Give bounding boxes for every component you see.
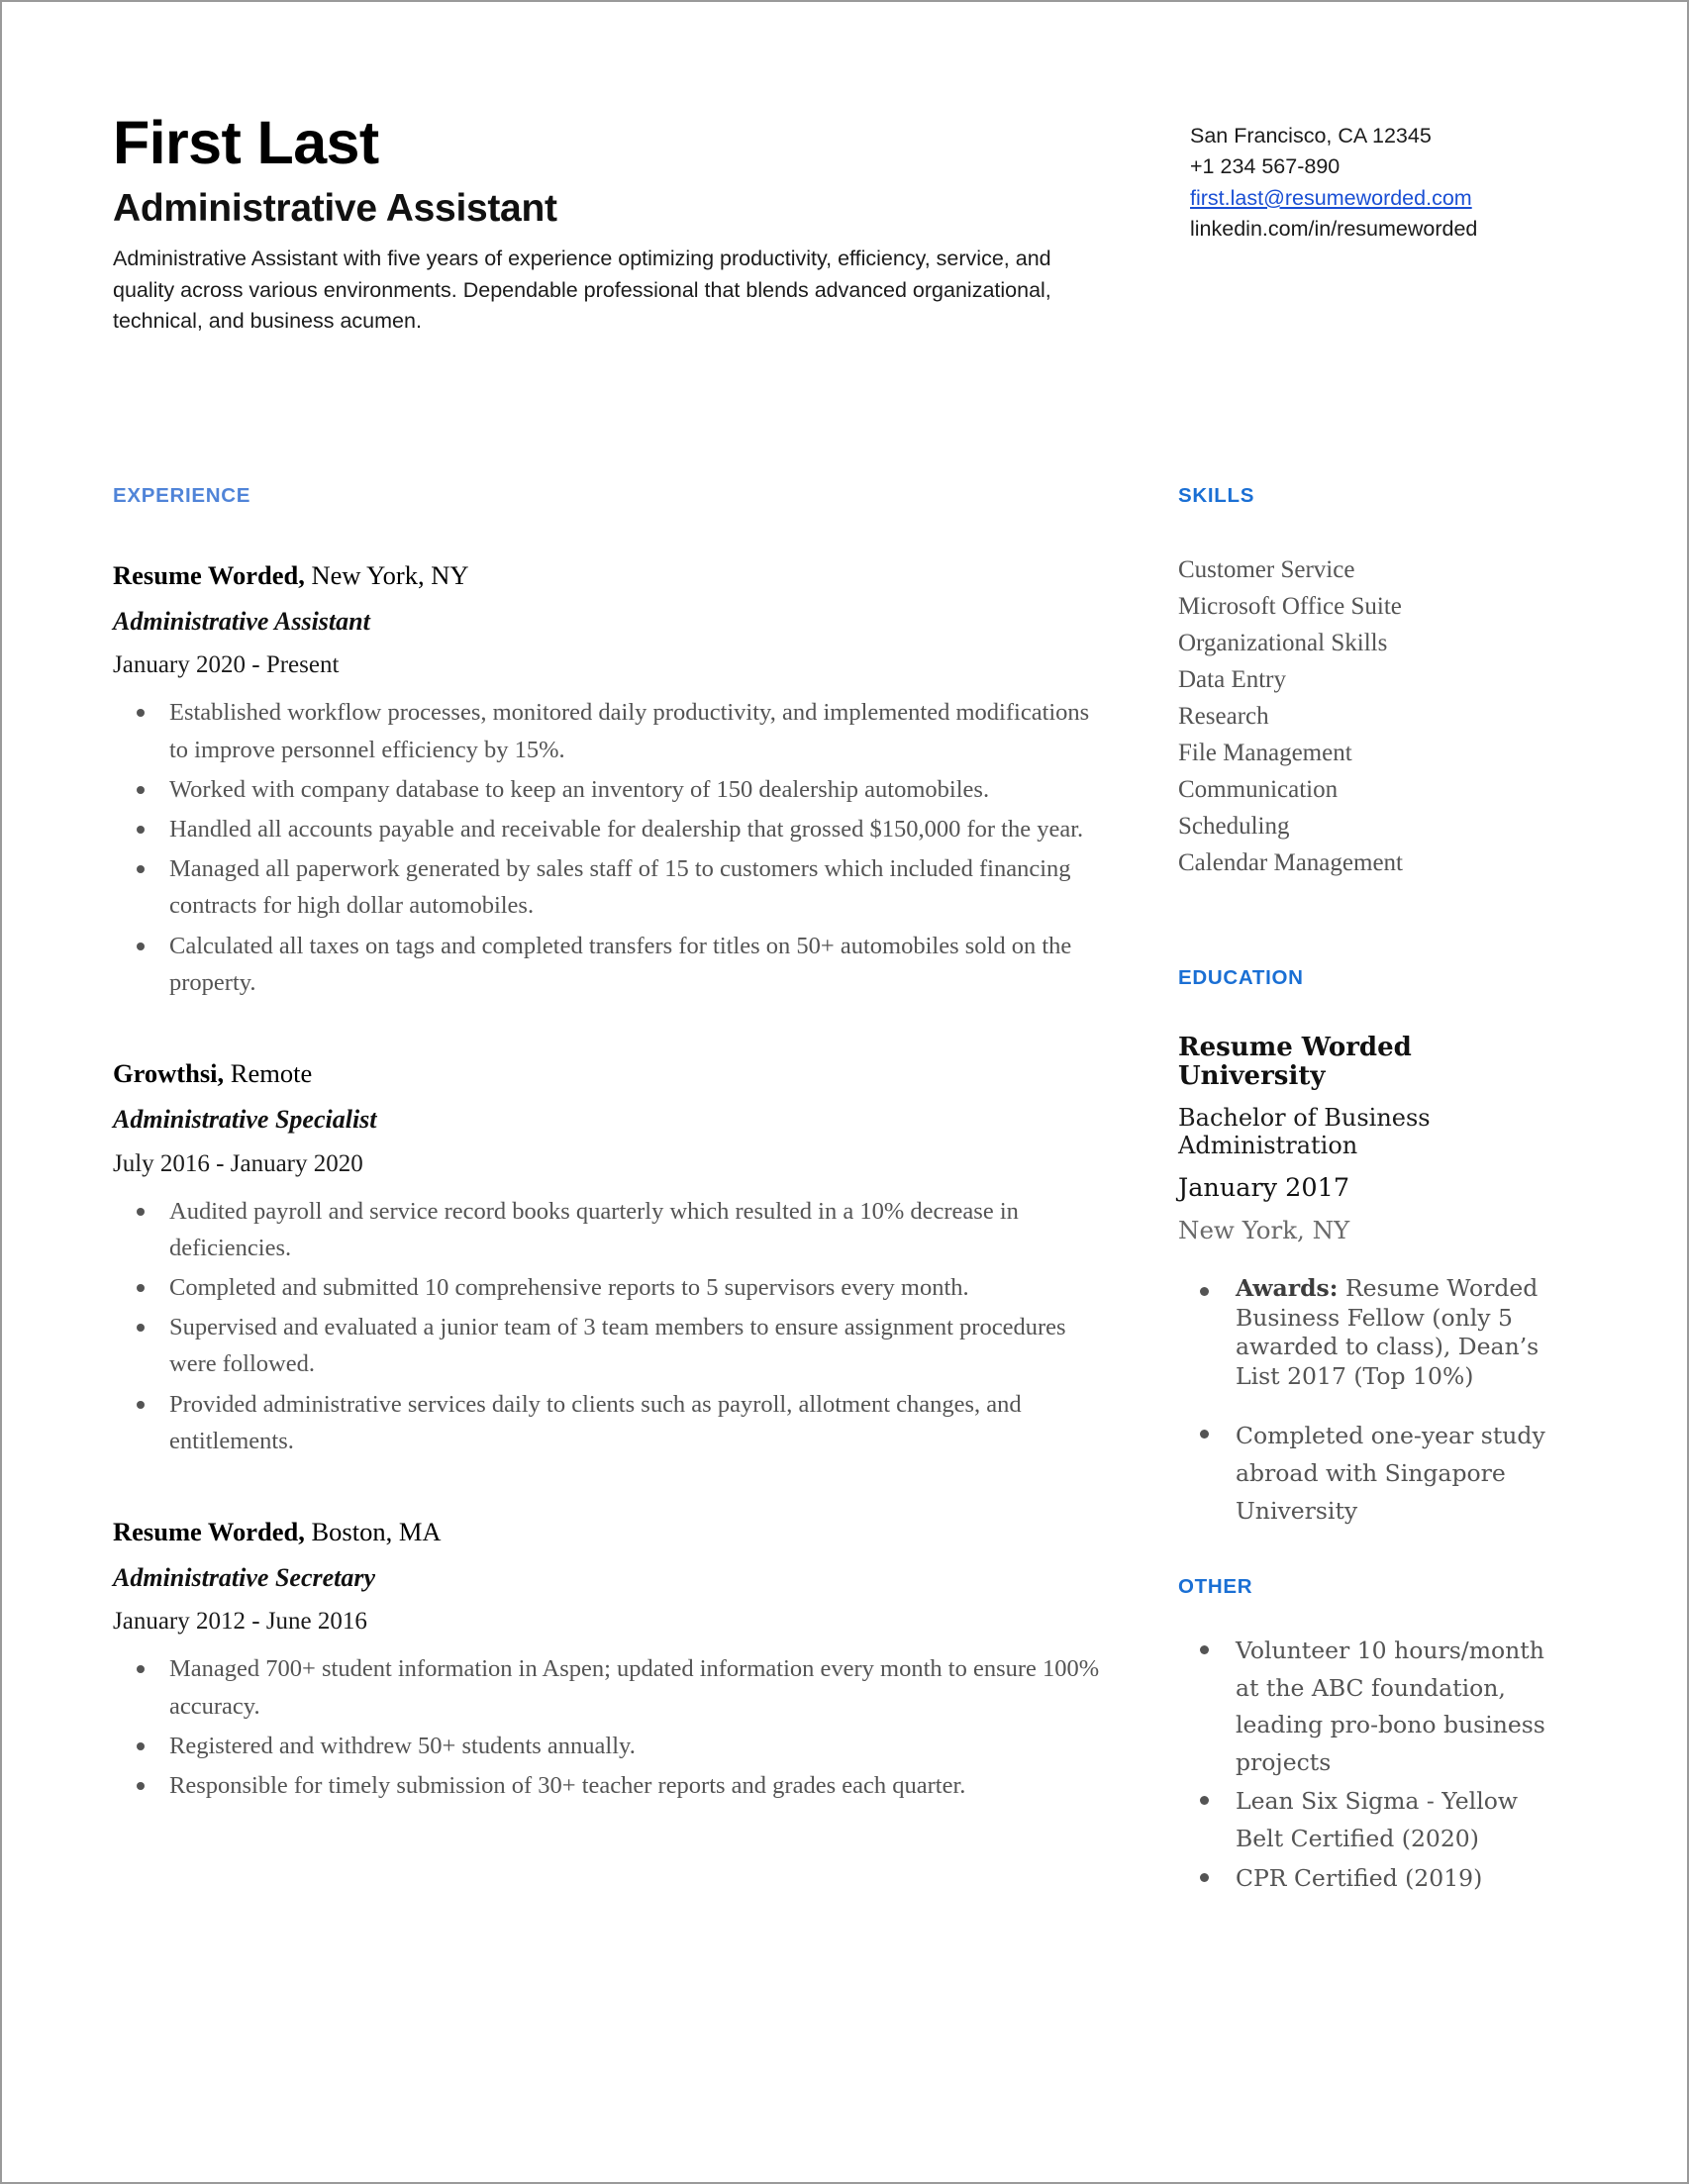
main-column: EXPERIENCE Resume Worded, New York, NY Ad…	[113, 484, 1103, 1807]
education-bullets: Awards: Resume Worded Business Fellow (o…	[1178, 1274, 1566, 1530]
experience-bullet: Responsible for timely submission of 30+…	[113, 1767, 1103, 1804]
experience-bullet: Established workflow processes, monitore…	[113, 694, 1103, 767]
experience-company-line: Growthsi, Remote	[113, 1057, 1103, 1090]
experience-role-title: Administrative Specialist	[113, 1105, 377, 1135]
skill-item: Scheduling	[1178, 813, 1290, 840]
other-item: Volunteer 10 hours/month at the ABC foun…	[1178, 1633, 1566, 1781]
contact-location: San Francisco, CA 12345	[1190, 124, 1432, 148]
other-item: Lean Six Sigma - Yellow Belt Certified (…	[1178, 1783, 1566, 1857]
experience-bullet-list: Managed 700+ student information in Aspe…	[113, 1650, 1103, 1804]
skills-list: Customer Service Microsoft Office Suite Or…	[1178, 551, 1566, 881]
experience-list: Resume Worded, New York, NY Administrativ…	[113, 559, 1103, 1804]
experience-role-title: Administrative Secretary	[113, 1563, 376, 1593]
sidebar-column: SKILLS Customer Service Microsoft Office …	[1178, 484, 1566, 1899]
education-bullet: Completed one-year study abroad with Sin…	[1178, 1417, 1566, 1530]
experience-entry: Growthsi, Remote Administrative Specialis…	[113, 1057, 1103, 1459]
section-header-education: EDUCATION	[1178, 966, 1304, 989]
header-identity-block: First Last Administrative Assistant Admi…	[113, 113, 1113, 338]
education-degree: Bachelor of Business Administration	[1178, 1104, 1431, 1159]
professional-summary: Administrative Assistant with five years…	[113, 246, 1051, 334]
experience-company-line: Resume Worded, New York, NY	[113, 559, 1103, 592]
experience-entry: Resume Worded, Boston, MA Administrative …	[113, 1516, 1103, 1804]
experience-entry: Resume Worded, New York, NY Administrativ…	[113, 559, 1103, 1001]
experience-dates: January 2012 - June 2016	[113, 1608, 367, 1636]
section-header-skills: SKILLS	[1178, 484, 1255, 507]
experience-company-location: New York, NY	[304, 560, 469, 590]
education-school: Resume Worded University	[1178, 1033, 1412, 1092]
experience-company-location: Boston, MA	[304, 1517, 442, 1547]
contact-linkedin[interactable]: linkedin.com/in/resumeworded	[1190, 214, 1576, 245]
experience-bullet: Worked with company database to keep an …	[113, 771, 1103, 808]
experience-bullet: Completed and submitted 10 comprehensive…	[113, 1269, 1103, 1306]
skill-item: Calendar Management	[1178, 849, 1403, 876]
skill-item: Customer Service	[1178, 556, 1355, 583]
experience-company-name: Resume Worded,	[113, 1517, 305, 1547]
experience-bullet-list: Established workflow processes, monitore…	[113, 694, 1103, 1001]
experience-dates: January 2020 - Present	[113, 651, 340, 679]
education-bullet-label: Awards:	[1236, 1274, 1339, 1303]
education-location: New York, NY	[1178, 1216, 1350, 1245]
education-bullet-text: Completed one-year study abroad with Sin…	[1236, 1421, 1545, 1526]
job-title-headline: Administrative Assistant	[113, 187, 557, 230]
experience-bullet: Provided administrative services daily t…	[113, 1386, 1103, 1459]
section-header-other: OTHER	[1178, 1575, 1253, 1599]
experience-bullet: Handled all accounts payable and receiva…	[113, 811, 1103, 847]
other-list: Volunteer 10 hours/month at the ABC foun…	[1178, 1633, 1566, 1897]
experience-company-name: Growthsi,	[113, 1058, 225, 1089]
section-header-experience: EXPERIENCE	[113, 484, 251, 507]
experience-company-line: Resume Worded, Boston, MA	[113, 1516, 1103, 1548]
skill-item: File Management	[1178, 740, 1352, 766]
experience-bullet-list: Audited payroll and service record books…	[113, 1193, 1103, 1460]
resume-header: First Last Administrative Assistant Admi…	[113, 113, 1576, 390]
experience-bullet: Managed 700+ student information in Aspe…	[113, 1650, 1103, 1724]
skill-item: Microsoft Office Suite	[1178, 593, 1402, 620]
experience-bullet: Audited payroll and service record books…	[113, 1193, 1103, 1266]
contact-phone: +1 234 567-890	[1190, 154, 1341, 179]
skill-item: Communication	[1178, 776, 1339, 803]
experience-bullet: Registered and withdrew 50+ students ann…	[113, 1728, 1103, 1764]
contact-email-link[interactable]: first.last@resumeworded.com	[1190, 186, 1472, 210]
experience-bullet: Supervised and evaluated a junior team o…	[113, 1309, 1103, 1382]
education-date: January 2017	[1178, 1172, 1350, 1203]
experience-bullet: Calculated all taxes on tags and complet…	[113, 928, 1103, 1001]
education-bullet: Awards: Resume Worded Business Fellow (o…	[1178, 1274, 1566, 1391]
page-title: First Last	[113, 109, 379, 176]
experience-dates: July 2016 - January 2020	[113, 1149, 363, 1177]
education-entry: Resume Worded University Bachelor of Bus…	[1178, 1033, 1566, 1245]
experience-company-name: Resume Worded,	[113, 560, 305, 590]
experience-bullet: Managed all paperwork generated by sales…	[113, 850, 1103, 924]
resume-page: First Last Administrative Assistant Admi…	[0, 0, 1689, 2184]
experience-company-location: Remote	[224, 1058, 313, 1089]
skill-item: Data Entry	[1178, 666, 1286, 693]
experience-role-title: Administrative Assistant	[113, 607, 370, 637]
skill-item: Research	[1178, 703, 1269, 730]
other-item: CPR Certified (2019)	[1178, 1860, 1566, 1898]
skill-item: Organizational Skills	[1178, 630, 1388, 656]
contact-info-block: San Francisco, CA 12345 +1 234 567-890 f…	[1190, 121, 1576, 246]
